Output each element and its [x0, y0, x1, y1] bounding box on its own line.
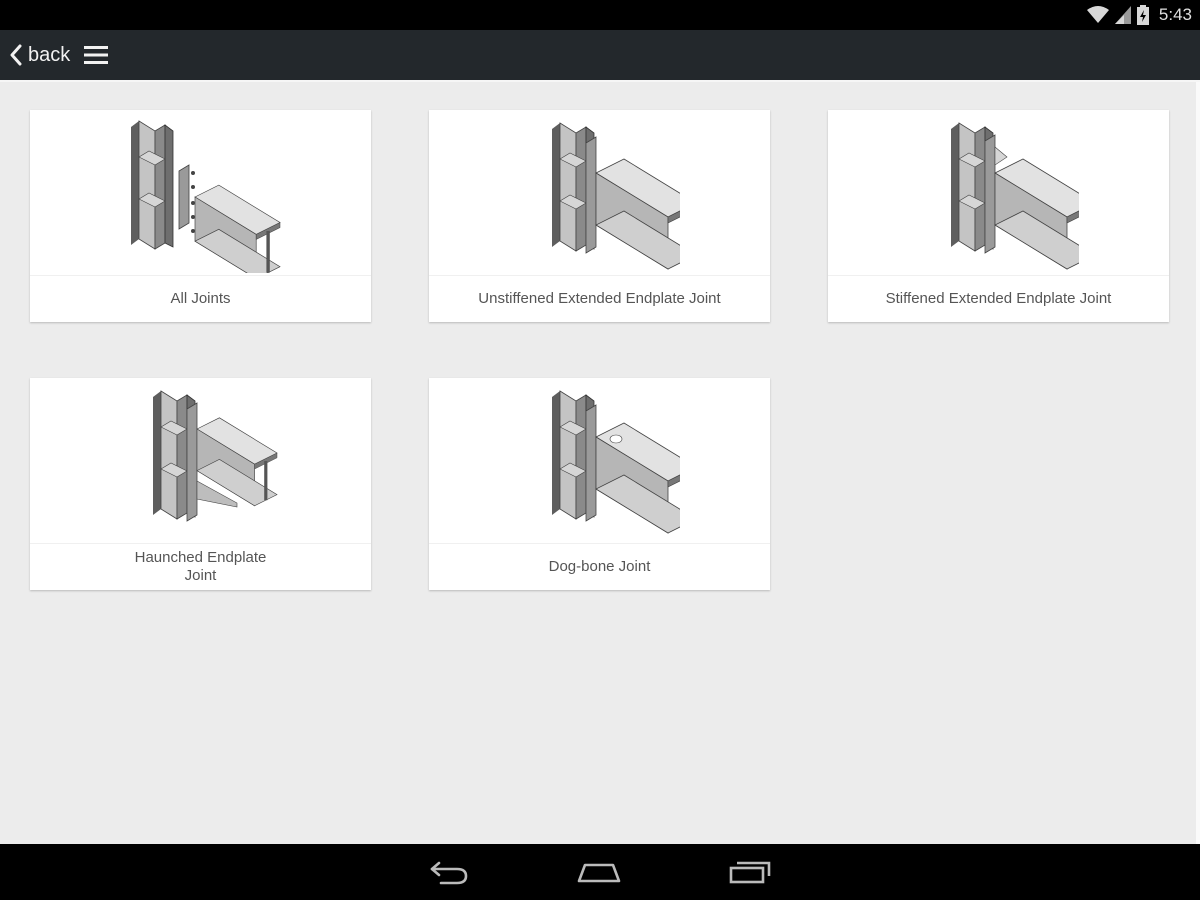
menu-button[interactable] [84, 45, 109, 65]
home-icon [577, 863, 621, 883]
card-stiffened-extended-endplate-joint[interactable]: Stiffened Extended Endplate Joint [828, 110, 1169, 322]
scroll-edge [1196, 82, 1200, 844]
card-label: Dog-bone Joint [548, 558, 651, 575]
haunched-endplate-diagram [30, 378, 371, 543]
recents-icon [729, 861, 771, 884]
stiffened-endplate-diagram [828, 110, 1169, 275]
card-all-joints[interactable]: All Joints [30, 110, 371, 322]
status-bar: 5:43 [0, 0, 1200, 30]
nav-back-button[interactable] [429, 859, 469, 885]
wifi-icon [1086, 6, 1109, 23]
dog-bone-diagram [429, 378, 770, 543]
joint-grid: All Joints Unstiffened Extended Endplate… [0, 80, 1200, 844]
battery-icon [1136, 5, 1149, 25]
card-label: Haunched Endplate Joint [134, 549, 267, 584]
chevron-left-icon [10, 44, 22, 66]
app-bar: back [0, 30, 1200, 80]
all-joints-diagram [30, 110, 371, 275]
back-arrow-icon [430, 861, 468, 885]
card-label: Stiffened Extended Endplate Joint [885, 290, 1112, 307]
card-label: All Joints [170, 290, 231, 307]
signal-icon [1114, 6, 1131, 24]
system-nav-bar [0, 844, 1200, 900]
unstiffened-endplate-diagram [429, 110, 770, 275]
back-button[interactable]: back [10, 44, 70, 67]
card-dog-bone-joint[interactable]: Dog-bone Joint [429, 378, 770, 590]
back-label: back [28, 43, 71, 66]
nav-home-button[interactable] [577, 861, 621, 883]
hamburger-icon [84, 46, 109, 64]
card-label: Unstiffened Extended Endplate Joint [478, 290, 721, 307]
card-haunched-endplate-joint[interactable]: Haunched Endplate Joint [30, 378, 371, 590]
status-time: 5:43 [1158, 5, 1192, 24]
card-unstiffened-extended-endplate-joint[interactable]: Unstiffened Extended Endplate Joint [429, 110, 770, 322]
nav-recents-button[interactable] [729, 860, 771, 884]
